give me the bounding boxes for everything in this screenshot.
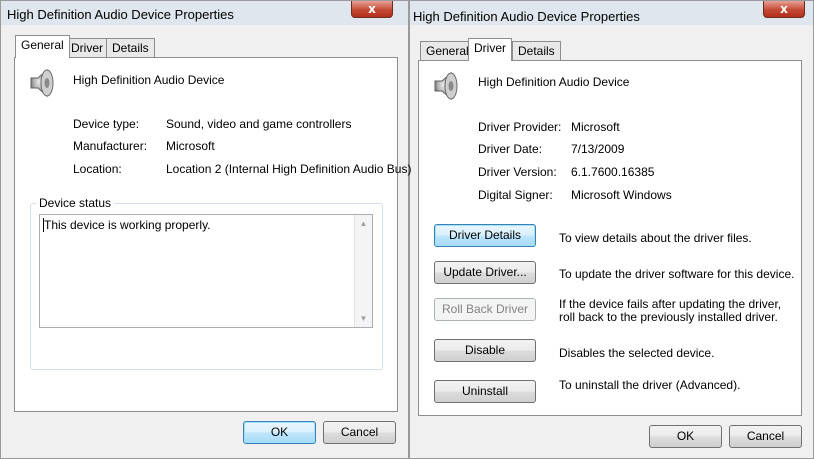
device-status-group: Device status This device is working pro… [30, 196, 383, 370]
manufacturer-label: Manufacturer: [73, 139, 148, 153]
close-icon[interactable]: x [351, 1, 393, 18]
window-title: High Definition Audio Device Properties [413, 9, 640, 24]
cancel-button[interactable]: Cancel [729, 425, 802, 448]
ok-button[interactable]: OK [649, 425, 722, 448]
cancel-button[interactable]: Cancel [323, 421, 396, 444]
uninstall-desc: To uninstall the driver (Advanced). [559, 378, 741, 392]
device-status-legend: Device status [36, 196, 115, 210]
ok-button[interactable]: OK [243, 421, 316, 444]
tab-panel-general: High Definition Audio Device Device type… [14, 57, 411, 412]
vertical-scrollbar[interactable]: ▲ ▼ [354, 215, 372, 327]
driver-details-button[interactable]: Driver Details [434, 224, 536, 247]
update-driver-desc: To update the driver software for this d… [559, 267, 795, 281]
driver-date-value: 7/13/2009 [571, 142, 625, 156]
disable-desc: Disables the selected device. [559, 346, 715, 360]
tab-panel-driver: High Definition Audio Device Driver Prov… [418, 60, 802, 416]
location-label: Location: [73, 162, 122, 176]
tab-general[interactable]: General [15, 35, 70, 58]
speaker-icon [30, 68, 54, 98]
properties-window-driver: High Definition Audio Device Properties … [409, 0, 814, 459]
digital-signer-label: Digital Signer: [478, 188, 553, 202]
speaker-icon [434, 71, 458, 101]
disable-button[interactable]: Disable [434, 339, 536, 362]
device-status-textbox[interactable]: This device is working properly. ▲ ▼ [39, 214, 373, 328]
device-name: High Definition Audio Device [478, 75, 630, 89]
scroll-up-icon[interactable]: ▲ [355, 215, 372, 232]
driver-details-desc: To view details about the driver files. [559, 231, 752, 245]
title-bar[interactable]: High Definition Audio Device Properties … [1, 1, 408, 25]
manufacturer-value: Microsoft [166, 139, 215, 153]
properties-window-general: High Definition Audio Device Properties … [0, 0, 411, 459]
roll-back-driver-desc: If the device fails after updating the d… [559, 297, 782, 324]
tab-general[interactable]: General [420, 41, 475, 61]
driver-version-value: 6.1.7600.16385 [571, 165, 655, 179]
device-type-value: Sound, video and game controllers [166, 117, 352, 131]
update-driver-button[interactable]: Update Driver... [434, 261, 536, 284]
driver-date-label: Driver Date: [478, 142, 543, 156]
title-bar[interactable]: High Definition Audio Device Properties … [410, 1, 813, 25]
location-value: Location 2 (Internal High Definition Aud… [166, 162, 412, 176]
window-title: High Definition Audio Device Properties [7, 7, 234, 22]
tab-driver[interactable]: Driver [65, 38, 109, 58]
driver-provider-value: Microsoft [571, 120, 620, 134]
roll-back-driver-button[interactable]: Roll Back Driver [434, 298, 536, 321]
tab-driver[interactable]: Driver [468, 38, 512, 61]
close-icon[interactable]: x [763, 1, 805, 18]
device-status-text: This device is working properly. [43, 218, 211, 232]
uninstall-button[interactable]: Uninstall [434, 380, 536, 403]
tab-details[interactable]: Details [106, 38, 155, 58]
tab-details[interactable]: Details [512, 41, 561, 61]
scroll-down-icon[interactable]: ▼ [355, 310, 372, 327]
digital-signer-value: Microsoft Windows [571, 188, 672, 202]
device-name: High Definition Audio Device [73, 73, 225, 87]
device-type-label: Device type: [73, 117, 140, 131]
driver-provider-label: Driver Provider: [478, 120, 562, 134]
driver-version-label: Driver Version: [478, 165, 557, 179]
